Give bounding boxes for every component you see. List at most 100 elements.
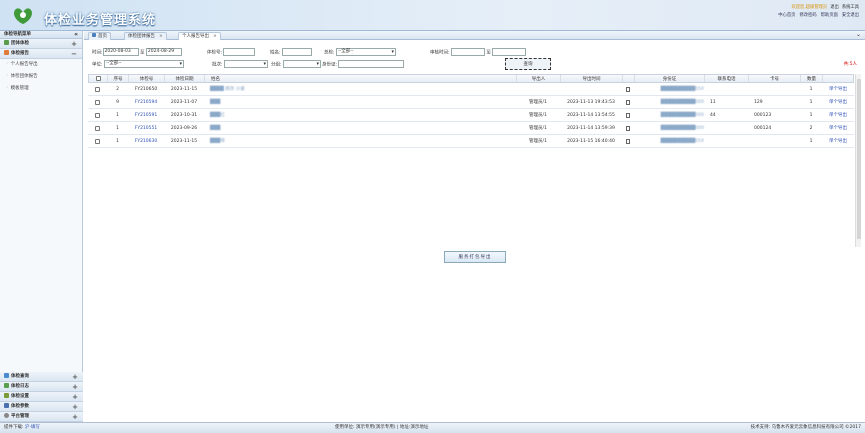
name-input[interactable]	[281, 48, 312, 56]
cell-card: 000123	[754, 112, 772, 118]
cell-phone: 11	[710, 99, 716, 105]
date-from-input[interactable]: 2020-08-03	[102, 48, 139, 56]
row-checkbox[interactable]	[95, 125, 100, 131]
cell-exporter: 管理员/1	[529, 139, 547, 144]
sidebar-cat-log[interactable]: 体检日志 +	[0, 382, 83, 392]
table-row[interactable]: 1 FY210551 2023-09-26 ███ 管理员/1 2023-11-14 13…	[88, 122, 854, 135]
cell-seq: 2	[116, 86, 119, 92]
row-checkbox[interactable]	[95, 99, 100, 105]
safe-exit-link[interactable]: 安全退出	[842, 13, 859, 18]
cell-date: 2023-11-15	[170, 138, 198, 144]
chevron-down-icon[interactable]: ⌄	[856, 31, 861, 38]
unit-select[interactable]: --全部--	[103, 60, 184, 68]
cell-time: 2023-11-14 13:54:55	[567, 112, 615, 118]
home-icon	[92, 33, 96, 37]
card-icon	[626, 138, 630, 144]
id-card-input[interactable]	[338, 60, 405, 68]
group-icon	[4, 40, 9, 45]
help-link[interactable]: 帮助页面	[821, 13, 838, 18]
close-icon[interactable]: ×	[213, 34, 217, 39]
expand-icon[interactable]: +	[72, 402, 78, 412]
exam-number-input[interactable]	[223, 48, 256, 56]
footer-support: 技术支持: 乌鲁木齐爱元云象信息科技有限公司 ©2017	[750, 425, 861, 430]
sidebar-cat-params[interactable]: 体检参数 +	[0, 402, 83, 412]
tab-group-report[interactable]: 体检团体报告 ×	[124, 32, 167, 40]
cell-act[interactable]: 单个导出	[829, 86, 847, 92]
cell-date: 2023-11-15	[170, 86, 198, 92]
cell-card: 129	[754, 99, 763, 105]
cell-act[interactable]: 单个导出	[829, 138, 847, 144]
center-home-link[interactable]: 中心首页	[778, 13, 795, 18]
row-checkbox[interactable]	[95, 86, 100, 92]
params-icon	[4, 403, 9, 408]
table-scrollbar[interactable]	[855, 74, 861, 247]
cell-act[interactable]: 单个导出	[829, 112, 847, 118]
select-all-checkbox[interactable]	[95, 76, 101, 81]
cell-seq: 9	[116, 99, 119, 105]
sidebar-cat-report[interactable]: 体检报告 −	[0, 49, 82, 59]
welcome-text: 欢迎您,超级管理员	[791, 5, 828, 10]
card-icon	[626, 99, 630, 105]
cell-name: ███琴	[210, 139, 225, 144]
sidebar-cat-settings[interactable]: 体检设置 +	[0, 392, 83, 402]
cell-count: 2	[809, 125, 813, 131]
filter-panel: 时间: 2020-08-03 至 2024-08-29 体检号: 姓名: 总检: …	[84, 41, 865, 73]
expand-icon[interactable]: +	[72, 382, 78, 392]
cell-seq: 1	[116, 125, 119, 131]
system-title: 体检业务管理系统	[44, 13, 157, 28]
collapse-icon[interactable]: −	[71, 49, 77, 59]
cell-act[interactable]: 单个导出	[829, 125, 847, 131]
table-row[interactable]: 9 FY210594 2023-11-07 ███ 管理员/1 2023-11-13 19…	[88, 96, 854, 109]
date-to-input[interactable]: 2024-08-29	[145, 48, 182, 56]
expand-icon[interactable]: +	[72, 412, 78, 422]
table-row[interactable]: 1 FY210591 2023-10-31 ███红 管理员/1 2023-11-14 1…	[88, 109, 854, 122]
audit-to-input[interactable]	[492, 48, 527, 56]
expand-icon[interactable]: +	[71, 39, 77, 49]
group-select[interactable]	[282, 60, 321, 68]
row-checkbox[interactable]	[95, 138, 100, 144]
sidebar-bottom: 体检查询 + 体检日志 + 体检设置 + 体检参数 + 平台管理 +	[0, 372, 83, 422]
audit-from-input[interactable]	[450, 48, 485, 56]
table-row[interactable]: 1 FY210630 2023-11-15 ███琴 管理员/1 2023-11-15 1…	[88, 135, 854, 148]
sidebar-cat-platform[interactable]: 平台管理 +	[0, 412, 83, 422]
collapse-icon[interactable]: «	[74, 31, 78, 39]
tools-link[interactable]: 系统工具	[842, 5, 859, 10]
total-count: 共:5人	[843, 62, 857, 67]
logout-link[interactable]: 退出	[830, 5, 839, 10]
package-export-button[interactable]: 服务打包导出	[444, 251, 506, 263]
sidebar-cat-query[interactable]: 体检查询 +	[0, 372, 83, 382]
table-row[interactable]: 2 FY210650 2023-11-15 ████ 郝改 沙睿 ██████████0…	[88, 83, 854, 96]
sidebar: 体检导航菜单« 团体体检+ 体检报告− 个人报告导出 体检团体报告 模板管理 体…	[0, 31, 83, 422]
batch-select[interactable]	[223, 60, 268, 68]
cell-id: ██████████05X	[660, 86, 704, 92]
cell-phone: 44	[710, 112, 716, 118]
log-icon	[4, 383, 9, 388]
settings-icon	[4, 393, 9, 398]
cell-date: 2023-09-26	[170, 125, 198, 131]
general-check-select[interactable]: --全部--	[335, 48, 396, 56]
row-checkbox[interactable]	[95, 112, 100, 118]
change-password-link[interactable]: 修改密码	[799, 13, 816, 18]
cell-num: FY210650	[134, 86, 158, 92]
sidebar-item-template[interactable]: 模板管理	[0, 83, 82, 95]
tab-home[interactable]: 首页	[88, 32, 111, 40]
cell-id: ██████████05X	[660, 138, 704, 144]
cell-exporter: 管理员/1	[529, 126, 547, 131]
expand-icon[interactable]: +	[72, 372, 78, 382]
cell-exporter: 管理员/1	[529, 100, 547, 105]
download-link[interactable]: 沪·填写	[25, 425, 40, 430]
expand-icon[interactable]: +	[72, 392, 78, 402]
sidebar-item-personal-export[interactable]: 个人报告导出	[0, 59, 82, 71]
cell-seq: 1	[116, 138, 119, 144]
sidebar-cat-group[interactable]: 团体体检 +	[0, 39, 82, 49]
cell-name: ███红	[210, 113, 225, 118]
cell-date: 2023-10-31	[170, 112, 198, 118]
tab-personal-export[interactable]: 个人报告导出 ×	[178, 32, 221, 40]
cell-act[interactable]: 单个导出	[829, 99, 847, 105]
cell-count: 1	[809, 112, 813, 118]
sidebar-item-group-report[interactable]: 体检团体报告	[0, 71, 82, 83]
cell-time: 2023-11-15 16:40:40	[567, 138, 615, 144]
cell-date: 2023-11-07	[170, 99, 198, 105]
close-icon[interactable]: ×	[159, 34, 163, 39]
query-button[interactable]: 查询	[505, 58, 551, 70]
